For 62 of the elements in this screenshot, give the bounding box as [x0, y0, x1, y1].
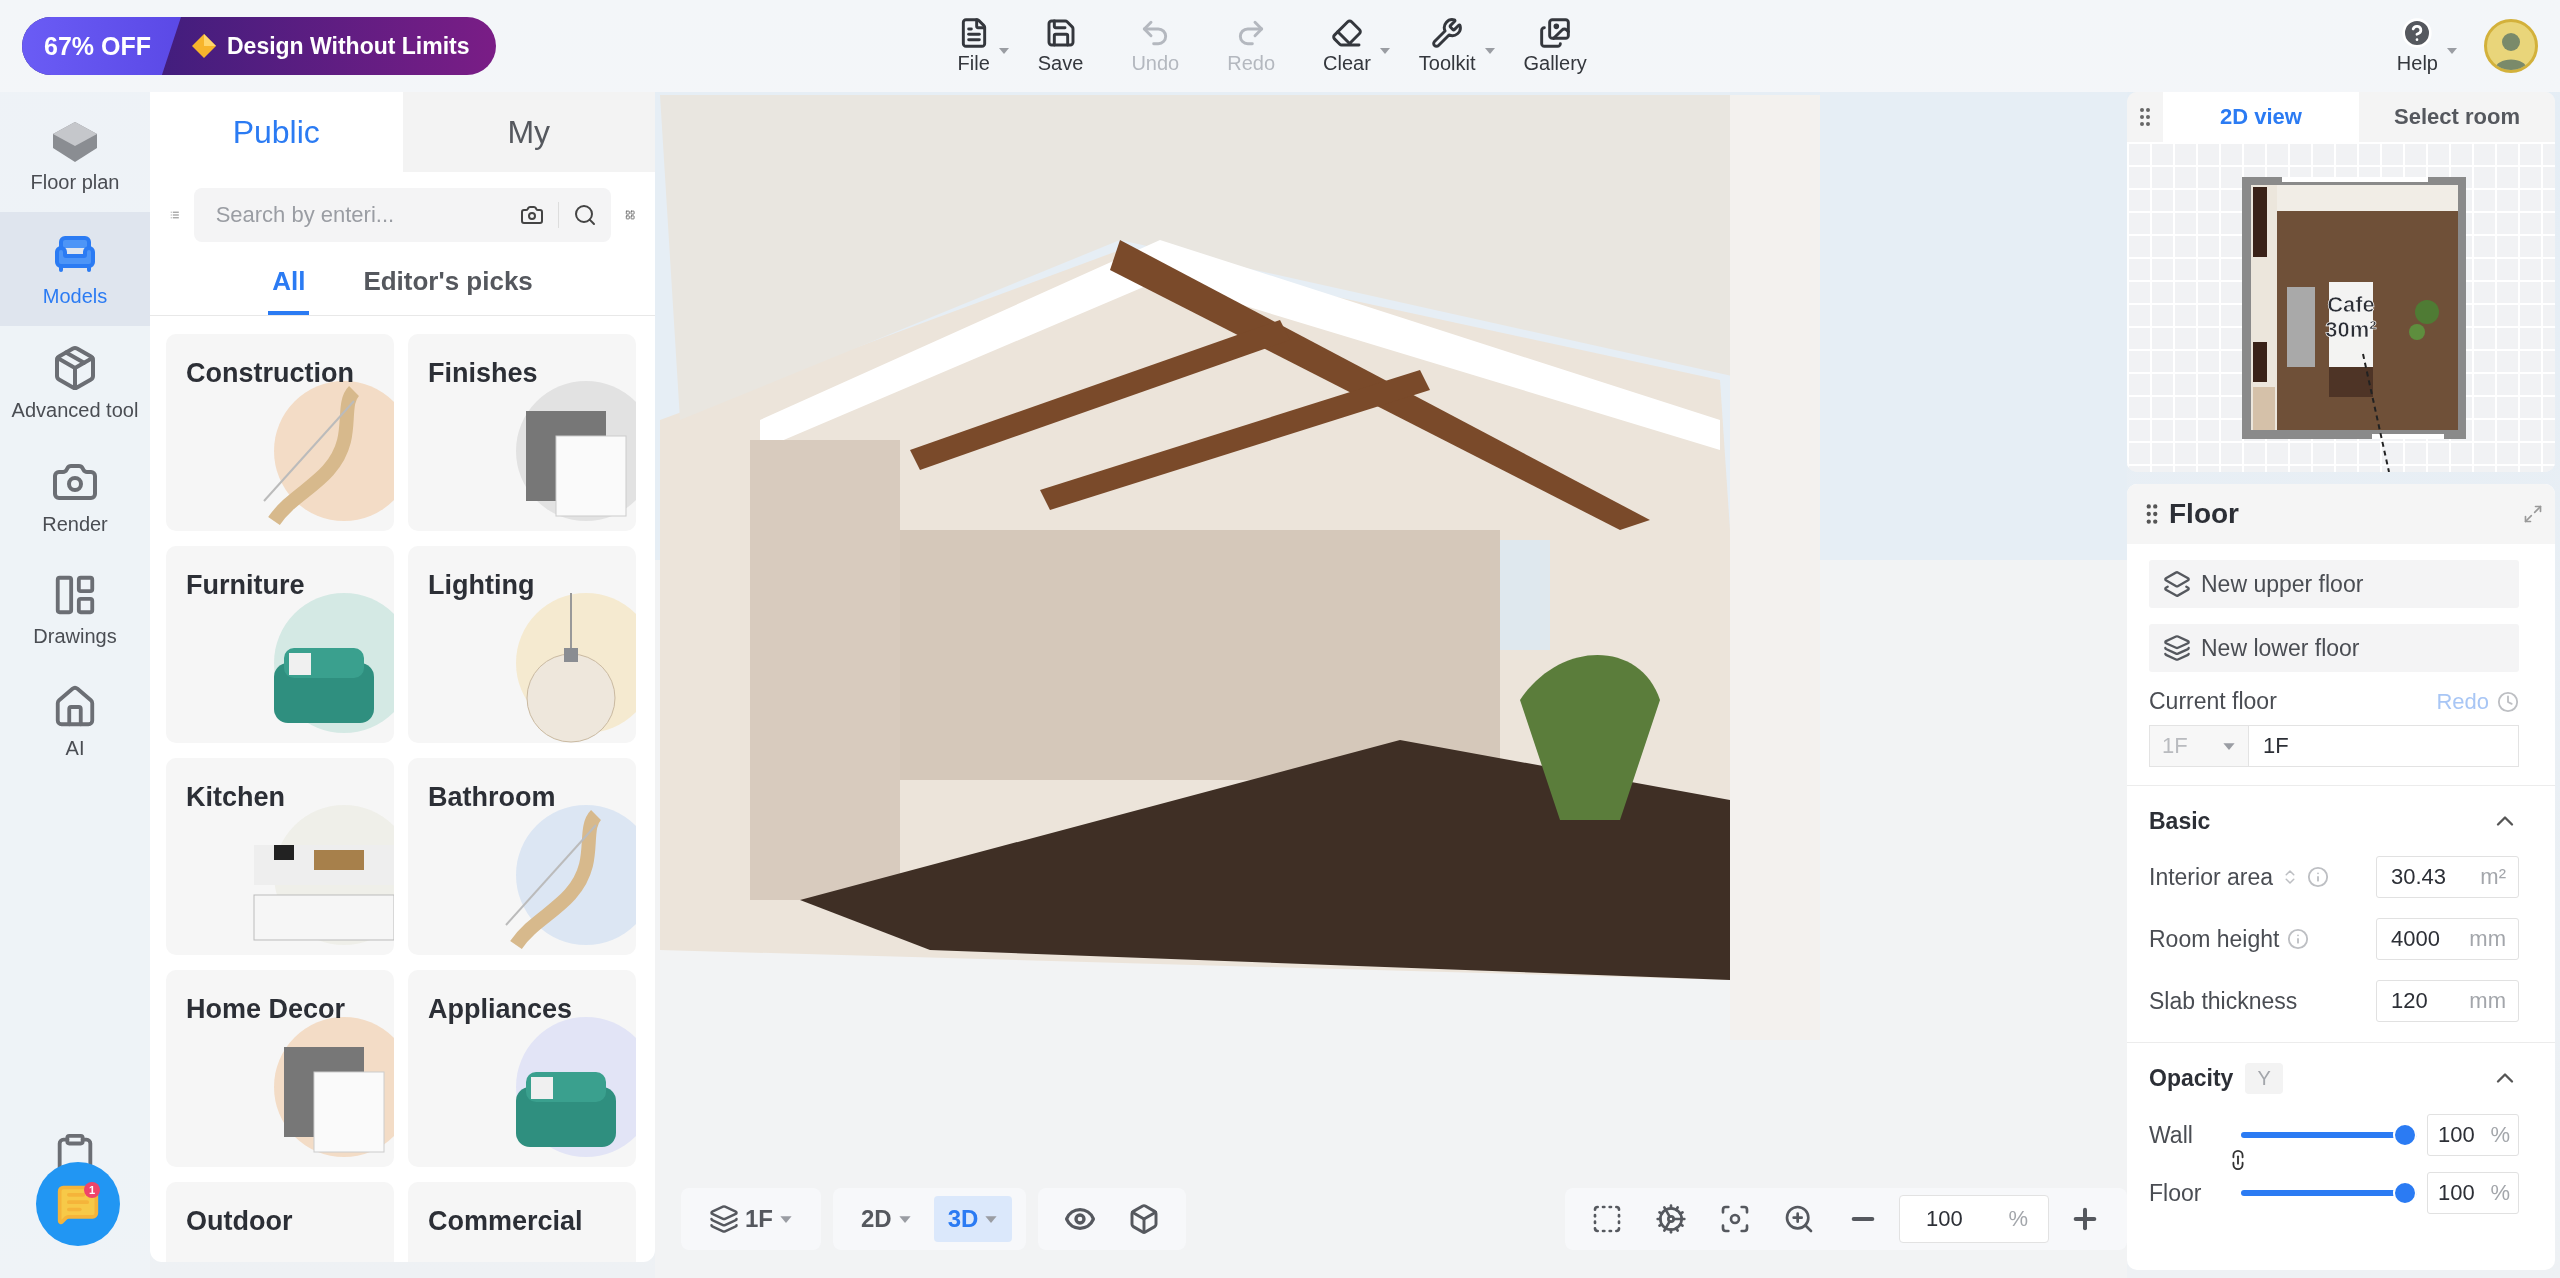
slider-label: Floor [2149, 1179, 2203, 1207]
search-input[interactable]: Search by enteri... [213, 201, 506, 229]
view-mode-tab[interactable]: 2D [847, 1196, 926, 1242]
sidebar-item[interactable]: Render [0, 440, 150, 554]
minimap-tab[interactable]: 2D view [2163, 92, 2359, 142]
sidebar-item[interactable]: Advanced tool [0, 326, 150, 440]
zoom-field[interactable]: 100 % [1899, 1195, 2049, 1243]
sidebar-item[interactable]: Drawings [0, 554, 150, 666]
category-label: Commercial [428, 1206, 583, 1237]
category-card[interactable]: Outdoor [166, 1182, 394, 1262]
category-card[interactable]: Home Decor [166, 970, 394, 1167]
search-field[interactable]: Search by enteri... [193, 188, 611, 242]
section-title: Opacity [2149, 1064, 2234, 1092]
category-label: Furniture [186, 570, 305, 601]
floor-action-button[interactable]: New upper floor [2149, 560, 2519, 608]
number-field[interactable]: 4000 mm [2376, 918, 2519, 960]
category-label: Finishes [428, 358, 538, 389]
shortcut-key: Y [2245, 1062, 2283, 1094]
category-card[interactable]: Appliances [408, 970, 636, 1167]
filter-tab[interactable]: All [268, 252, 310, 315]
category-label: Construction [186, 358, 354, 389]
toolbar-button[interactable]: Gallery [1501, 13, 1609, 79]
category-label: Bathroom [428, 782, 556, 813]
panel-title: Floor [2169, 498, 2239, 530]
category-label: Appliances [428, 994, 573, 1025]
promo-banner[interactable]: 67% OFF Design Without Limits [22, 17, 496, 75]
toolbar-button[interactable]: File [935, 13, 1012, 79]
percent-field[interactable]: 100 % [2427, 1172, 2519, 1214]
notification-badge: 1 [84, 1182, 100, 1198]
category-card[interactable]: Construction [166, 334, 394, 531]
toolbar-button[interactable]: Save [1015, 13, 1106, 79]
promo-text: Design Without Limits [181, 32, 496, 60]
field-label: Current floor [2149, 688, 2277, 715]
number-field[interactable]: 30.43 m² [2376, 856, 2519, 898]
library-tab[interactable]: My [402, 92, 655, 172]
sidebar-item[interactable]: AI [0, 666, 150, 778]
field-label: Interior area [2149, 863, 2273, 891]
discount-label: 67% OFF [22, 17, 181, 75]
category-card[interactable]: Commercial [408, 1182, 636, 1262]
category-label: Home Decor [186, 994, 346, 1025]
category-label: Kitchen [186, 782, 285, 813]
category-label: Outdoor [186, 1206, 293, 1237]
section-title: Basic [2149, 807, 2211, 835]
sidebar-item[interactable]: Floor plan [0, 102, 150, 212]
field-label: Slab thickness [2149, 987, 2298, 1015]
category-card[interactable]: Lighting [408, 546, 636, 743]
category-card[interactable]: Bathroom [408, 758, 636, 955]
slider-label: Wall [2149, 1121, 2194, 1149]
floor-dropdown[interactable]: 1F [695, 1196, 807, 1242]
category-card[interactable]: Kitchen [166, 758, 394, 955]
filter-tab[interactable]: Editor's picks [359, 252, 537, 315]
toolbar-button[interactable]: Toolkit [1396, 13, 1498, 79]
toolbar-button[interactable]: Clear [1301, 13, 1393, 79]
category-label: Lighting [428, 570, 535, 601]
field-label: Room height [2149, 925, 2280, 953]
category-card[interactable]: Furniture [166, 546, 394, 743]
category-card[interactable]: Finishes [408, 334, 636, 531]
number-field[interactable]: 120 mm [2376, 980, 2519, 1022]
percent-field[interactable]: 100 % [2427, 1114, 2519, 1156]
floor-name-field[interactable]: 1F [2249, 725, 2519, 767]
floor-action-button[interactable]: New lower floor [2149, 624, 2519, 672]
help-button[interactable]: Help [2374, 13, 2460, 79]
